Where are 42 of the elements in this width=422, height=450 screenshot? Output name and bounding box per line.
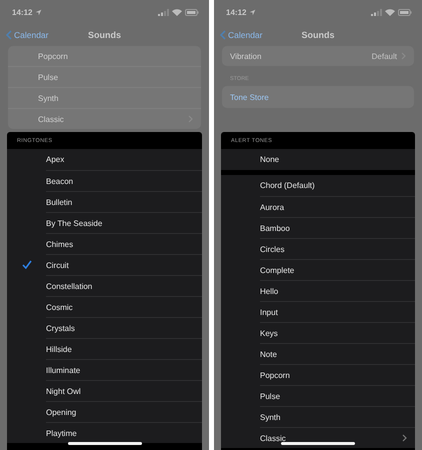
nav-title: Sounds <box>88 30 121 40</box>
signal-icon <box>371 8 382 16</box>
tone-row[interactable]: Hillside <box>7 338 202 359</box>
back-chevron-icon <box>220 30 226 40</box>
wifi-icon <box>172 8 182 16</box>
tone-row[interactable]: Constellation <box>7 275 202 296</box>
back-chevron-icon <box>6 30 12 40</box>
tone-row[interactable]: Keys <box>221 322 415 343</box>
tone-row[interactable]: Cosmic <box>7 296 202 317</box>
tone-row[interactable]: Hello <box>221 280 415 301</box>
tone-row[interactable]: Note <box>221 343 415 364</box>
battery-icon <box>185 8 199 16</box>
tone-row[interactable]: Opening <box>7 401 202 422</box>
signal-icon <box>158 8 169 16</box>
tone-row[interactable]: Night Owl <box>7 380 202 401</box>
status-time: 14:12 <box>12 8 32 16</box>
tone-row[interactable]: Circuit <box>7 254 202 275</box>
location-icon <box>249 8 256 16</box>
chevron-icon <box>402 434 407 442</box>
tone-row[interactable]: Bamboo <box>221 217 415 238</box>
tone-row[interactable]: Crystals <box>7 317 202 338</box>
tone-row[interactable]: None <box>221 149 415 170</box>
tone-row[interactable]: Popcorn <box>221 364 415 385</box>
nav-title: Sounds <box>302 30 334 40</box>
tone-row[interactable]: Chimes <box>7 233 202 254</box>
tone-row[interactable]: Complete <box>221 259 415 280</box>
tone-row[interactable]: Aurora <box>221 196 415 217</box>
status-time: 14:12 <box>226 8 246 16</box>
wifi-icon <box>385 8 395 16</box>
location-icon <box>35 8 42 16</box>
tone-row[interactable]: Input <box>221 301 415 322</box>
tone-row[interactable]: By The Seaside <box>7 212 202 233</box>
tone-row[interactable]: Illuminate <box>7 359 202 380</box>
battery-icon <box>398 8 412 16</box>
tone-row[interactable]: Bulletin <box>7 191 202 212</box>
tone-row[interactable]: Synth <box>221 406 415 427</box>
tone-row[interactable]: Apex <box>7 149 202 170</box>
tone-row[interactable]: Pulse <box>221 385 415 406</box>
row-value: Default <box>372 52 397 60</box>
tone-row[interactable]: Circles <box>221 238 415 259</box>
tone-row[interactable]: Beacon <box>7 170 202 191</box>
tone-row[interactable]: Chord (Default) <box>221 175 415 196</box>
